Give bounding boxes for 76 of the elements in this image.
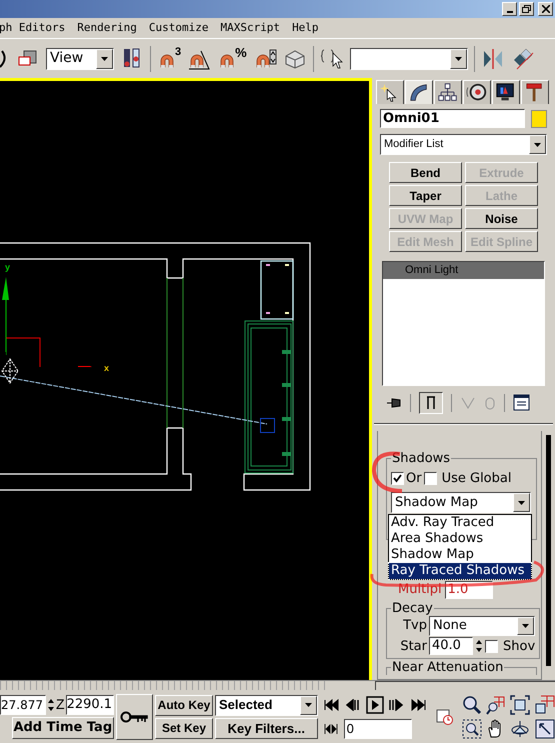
shadows-on-checkbox[interactable] [391, 472, 404, 485]
frame-field[interactable]: 0 [344, 718, 412, 738]
decay-start-field[interactable]: 40.0 [429, 637, 473, 656]
maximize-viewport-icon[interactable] [534, 718, 555, 738]
shadow-type-option[interactable]: Ray Traced Shadows [389, 563, 531, 579]
scrollbar[interactable] [546, 435, 551, 666]
z-coordinate-field[interactable]: 2290.1 [66, 694, 114, 714]
minimize-button[interactable] [502, 2, 517, 16]
cabinet-drawing [260, 260, 294, 320]
restore-icon [522, 5, 531, 13]
show-end-result-button[interactable] [419, 392, 443, 414]
modifier-button[interactable]: Noise [465, 208, 538, 229]
modifier-button[interactable]: Taper [389, 185, 462, 206]
use-global-label: Use Global [442, 470, 512, 488]
view-select[interactable]: View [46, 48, 114, 70]
end-result-icon [427, 396, 435, 410]
auto-key-button[interactable]: Auto Key [155, 694, 213, 716]
percent-label: % [235, 44, 247, 62]
use-global-checkbox[interactable] [424, 472, 437, 485]
set-key-button[interactable]: Set Key [155, 718, 213, 738]
previous-frame-icon[interactable] [346, 698, 362, 710]
set-key-mode-button[interactable] [116, 694, 153, 740]
z-label: Z [56, 695, 65, 714]
shadow-type-option[interactable]: Shadow Map [389, 547, 531, 563]
x-coordinate-field[interactable]: 27.877 [0, 694, 46, 714]
shadows-title: Shadows [391, 450, 452, 468]
key-mode-toggle-icon[interactable] [324, 722, 338, 734]
object-name-field[interactable]: Omni01 [380, 109, 525, 128]
time-slider-track[interactable] [375, 681, 555, 690]
shadow-type-option[interactable]: Adv. Ray Traced [389, 515, 531, 531]
show-decay-checkbox[interactable] [485, 640, 498, 653]
show-decay-label: Shov [503, 638, 536, 656]
configure-sets-icon[interactable] [513, 394, 531, 412]
time-configuration-icon[interactable] [436, 708, 454, 726]
viewport[interactable]: y x [0, 78, 372, 680]
key-icon [120, 710, 148, 722]
zoom-all-icon[interactable] [486, 694, 506, 714]
decay-title: Decay [391, 600, 434, 616]
zoom-extents-icon[interactable] [510, 694, 530, 714]
shadow-type-option[interactable]: Area Shadows [389, 531, 531, 547]
stack-item[interactable]: Omni Light [383, 262, 544, 279]
menu-item[interactable]: Customize [148, 20, 208, 36]
zoom-region-icon[interactable] [462, 718, 482, 738]
y-axis-label: y [5, 263, 10, 272]
shadows-on-label: Or [406, 470, 422, 488]
zoom-extents-all-icon[interactable] [534, 694, 555, 714]
named-selection-icon[interactable] [320, 46, 344, 70]
light-target-icon [260, 418, 275, 433]
decay-type-dropdown[interactable]: None [429, 616, 536, 636]
omni-light-icon [0, 358, 20, 384]
menu-item[interactable]: ph Editors [0, 20, 66, 36]
spinner-icon[interactable] [475, 639, 483, 654]
close-icon [542, 5, 550, 13]
menu-item[interactable]: Rendering [77, 20, 137, 36]
decay-start-label: Star [399, 638, 427, 656]
menu-item[interactable]: MAXScript [220, 20, 280, 36]
modifier-button[interactable]: Bend [389, 162, 462, 183]
add-time-tag-button[interactable]: Add Time Tag [12, 717, 114, 739]
next-frame-icon[interactable] [388, 698, 404, 710]
snap-label: 3 [175, 45, 182, 60]
minimize-icon [506, 11, 512, 13]
modifier-list-dropdown[interactable]: Modifier List [380, 134, 547, 155]
object-color-swatch[interactable] [531, 110, 547, 128]
x-axis-label: x [104, 364, 110, 373]
selection-set-dropdown[interactable] [350, 48, 468, 70]
key-filters-button[interactable]: Key Filters... [215, 718, 318, 738]
near-attenuation-title: Near Attenuation [391, 660, 504, 675]
shadow-type-dropdown[interactable]: Shadow Map [391, 492, 531, 513]
menu-item[interactable]: Help [292, 20, 319, 36]
decay-type-label: Tvp [402, 616, 427, 635]
orbit-icon[interactable] [510, 718, 530, 738]
close-button[interactable] [538, 2, 553, 16]
restore-button[interactable] [519, 2, 534, 16]
key-mode-dropdown[interactable]: Selected [215, 694, 318, 716]
zoom-icon[interactable] [462, 694, 482, 714]
play-icon[interactable] [366, 696, 384, 714]
